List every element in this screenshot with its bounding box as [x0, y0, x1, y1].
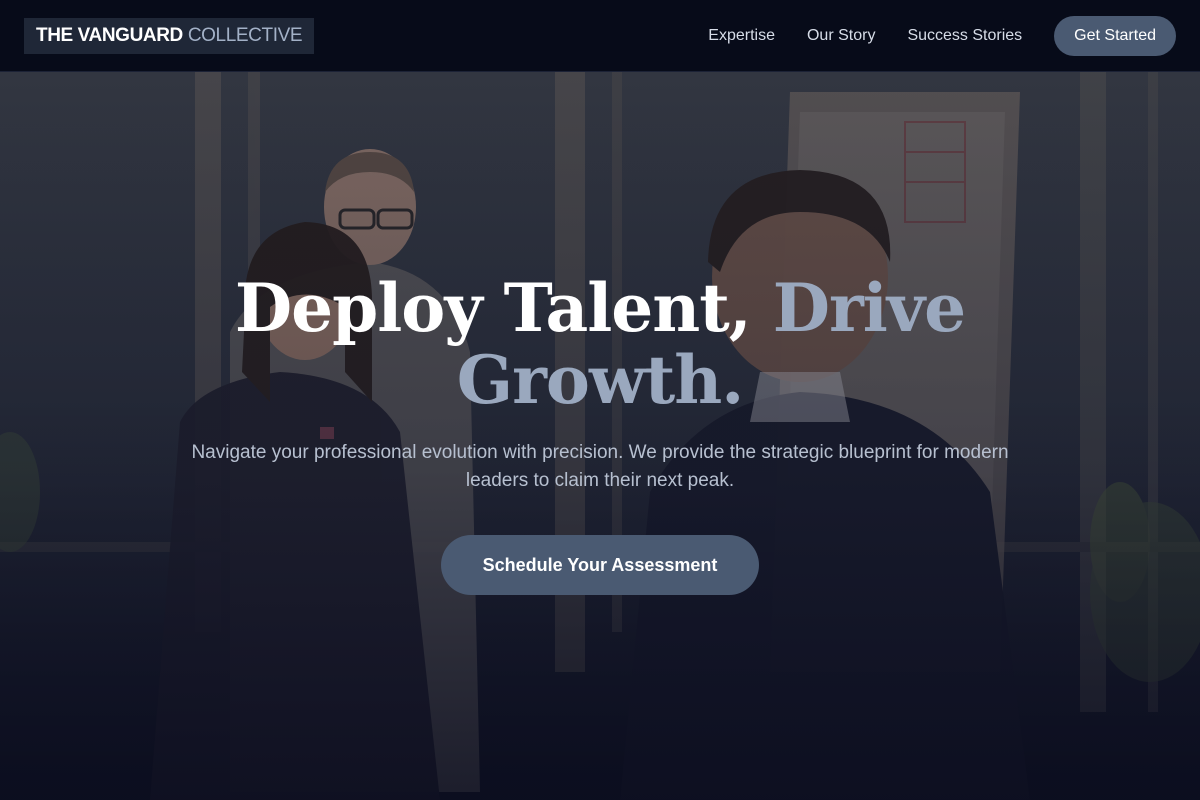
hero-content: Deploy Talent, Drive Growth. Navigate yo…	[0, 72, 1200, 800]
nav-link-success-stories[interactable]: Success Stories	[907, 27, 1022, 45]
top-navbar: THE VANGUARD COLLECTIVE Expertise Our St…	[0, 0, 1200, 72]
brand-name-primary: THE VANGUARD	[36, 24, 183, 46]
hero-subtitle: Navigate your professional evolution wit…	[191, 442, 1009, 491]
hero-headline: Deploy Talent, Drive Growth.	[150, 272, 1050, 416]
brand-name-secondary: COLLECTIVE	[187, 24, 303, 46]
hero-section: Deploy Talent, Drive Growth. Navigate yo…	[0, 72, 1200, 800]
get-started-button[interactable]: Get Started	[1054, 15, 1176, 56]
nav-links: Expertise Our Story Success Stories Get …	[708, 0, 1176, 71]
headline-part-1: Deploy Talent,	[234, 269, 752, 347]
nav-link-our-story[interactable]: Our Story	[807, 27, 875, 45]
schedule-assessment-button[interactable]: Schedule Your Assessment	[441, 535, 759, 595]
brand-logo[interactable]: THE VANGUARD COLLECTIVE	[24, 17, 315, 54]
nav-link-expertise[interactable]: Expertise	[708, 27, 775, 45]
